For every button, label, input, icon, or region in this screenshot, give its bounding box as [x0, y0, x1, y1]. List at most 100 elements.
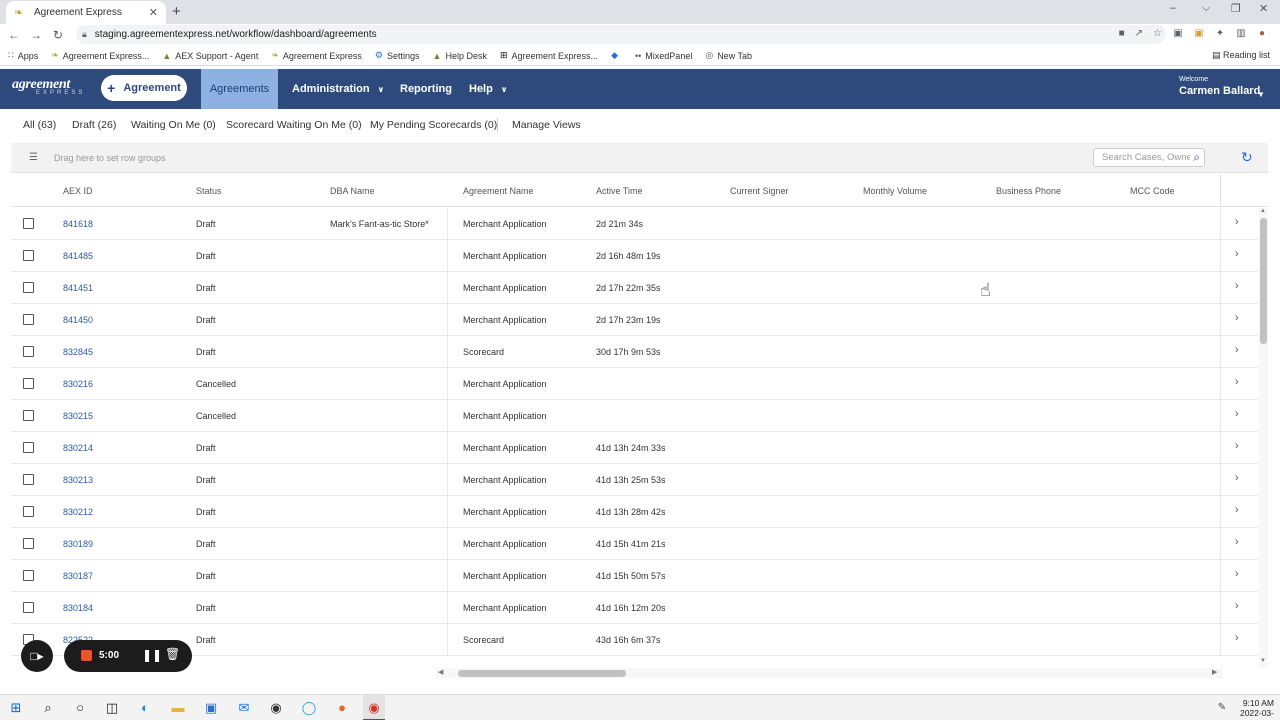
chevron-right-icon[interactable]: ›: [1235, 472, 1239, 484]
column-header-business-phone[interactable]: Business Phone: [996, 186, 1061, 196]
search-input[interactable]: [1102, 152, 1190, 163]
search-icon[interactable]: ⌕: [40, 700, 56, 716]
forward-icon[interactable]: →: [25, 28, 47, 42]
table-row[interactable]: 841450 Draft Merchant Application 2d 17h 23…: [11, 304, 1258, 336]
table-row[interactable]: 830212 Draft Merchant Application 41d 13h 2…: [11, 496, 1258, 528]
extension-icon[interactable]: ▣: [1193, 28, 1205, 40]
refresh-icon[interactable]: ↻: [1241, 149, 1253, 166]
search-icon[interactable]: ⌕: [1193, 150, 1200, 165]
chevron-right-icon[interactable]: ›: [1235, 280, 1239, 292]
file-explorer-icon[interactable]: ▬: [170, 700, 186, 716]
trash-icon[interactable]: 🗑︎: [165, 647, 180, 661]
view-waiting-on-me[interactable]: Waiting On Me (0): [131, 119, 216, 131]
row-checkbox[interactable]: [23, 282, 34, 293]
table-row[interactable]: 830215 Cancelled Merchant Application ›: [11, 400, 1258, 432]
table-row[interactable]: 830184 Draft Merchant Application 41d 16h 1…: [11, 592, 1258, 624]
row-checkbox[interactable]: [23, 410, 34, 421]
avatar[interactable]: ●: [1256, 28, 1268, 40]
firefox-icon[interactable]: ●: [334, 700, 350, 716]
scroll-up-icon[interactable]: ▲: [1260, 208, 1266, 214]
horizontal-scroll-thumb[interactable]: [458, 670, 626, 677]
bookmark-item[interactable]: ▲ Help Desk: [433, 51, 487, 61]
bookmark-item[interactable]: ⚙ Settings: [375, 50, 420, 61]
chrome-icon[interactable]: ◉: [366, 700, 382, 716]
row-checkbox[interactable]: [23, 474, 34, 485]
table-row[interactable]: 822522DraftScorecard43d 16h 6m 37s›: [11, 624, 1258, 656]
row-checkbox[interactable]: [23, 218, 34, 229]
column-header-current-signer[interactable]: Current Signer: [730, 186, 789, 196]
chevron-right-icon[interactable]: ›: [1235, 312, 1239, 324]
table-row[interactable]: 841485 Draft Merchant Application 2d 16h 48…: [11, 240, 1258, 272]
edge-icon[interactable]: ◐: [137, 700, 153, 716]
cell-aex-id[interactable]: 830214: [63, 443, 93, 453]
table-row[interactable]: 830189 Draft Merchant Application 41d 15h 4…: [11, 528, 1258, 560]
bookmark-item[interactable]: ❧ Agreement Express: [271, 50, 362, 61]
cell-aex-id[interactable]: 832845: [63, 347, 93, 357]
windows-start-icon[interactable]: ⊞: [8, 700, 24, 716]
chevron-right-icon[interactable]: ›: [1235, 632, 1239, 644]
vertical-scroll-thumb[interactable]: [1260, 218, 1267, 344]
table-row[interactable]: 830213 Draft Merchant Application 41d 13h 2…: [11, 464, 1258, 496]
vertical-scrollbar[interactable]: ▲ ▼: [1259, 208, 1268, 668]
column-header-agreement-name[interactable]: Agreement Name: [463, 186, 534, 196]
view-all[interactable]: All (63): [23, 119, 56, 131]
search-box[interactable]: ⌕: [1093, 148, 1205, 167]
row-checkbox[interactable]: [23, 250, 34, 261]
address-bar[interactable]: 🔒︎ staging.agreementexpress.net/workflow…: [76, 25, 1166, 44]
table-row[interactable]: 830214 Draft Merchant Application 41d 13h 2…: [11, 432, 1258, 464]
recorder-camera-button[interactable]: □▸: [21, 640, 53, 672]
task-view-icon[interactable]: ◫: [104, 700, 120, 716]
column-header-dba-name[interactable]: DBA Name: [330, 186, 375, 196]
row-checkbox[interactable]: [23, 506, 34, 517]
chevron-right-icon[interactable]: ›: [1235, 536, 1239, 548]
chevron-right-icon[interactable]: ›: [1235, 440, 1239, 452]
column-header-mcc-code[interactable]: MCC Code: [1130, 186, 1175, 196]
nav-reporting[interactable]: Reporting: [400, 69, 452, 109]
new-tab-icon[interactable]: +: [172, 3, 181, 20]
back-icon[interactable]: ←: [3, 28, 25, 42]
row-checkbox[interactable]: [23, 602, 34, 613]
cell-aex-id[interactable]: 830189: [63, 539, 93, 549]
restore-window-icon[interactable]: ❐: [1231, 2, 1241, 15]
pen-icon[interactable]: ✎: [1214, 700, 1230, 716]
bookmark-item[interactable]: ⊞ Agreement Express...: [500, 50, 598, 61]
cell-aex-id[interactable]: 830213: [63, 475, 93, 485]
view-scorecard-waiting[interactable]: Scorecard Waiting On Me (0): [226, 119, 362, 131]
row-checkbox[interactable]: [23, 538, 34, 549]
browser-tab[interactable]: ❧ Agreement Express ✕: [6, 1, 166, 24]
row-checkbox[interactable]: [23, 314, 34, 325]
pause-icon[interactable]: ❚❚: [142, 648, 162, 662]
manage-views-link[interactable]: Manage Views: [512, 119, 581, 131]
share-icon[interactable]: ↗: [1135, 28, 1143, 39]
cell-aex-id[interactable]: 841450: [63, 315, 93, 325]
bookmark-item[interactable]: ◆: [611, 50, 622, 61]
row-checkbox[interactable]: [23, 442, 34, 453]
chevron-right-icon[interactable]: ›: [1235, 376, 1239, 388]
nav-administration[interactable]: Administration ∨: [292, 69, 384, 109]
cell-aex-id[interactable]: 830184: [63, 603, 93, 613]
puzzle-icon[interactable]: ✦: [1214, 28, 1226, 40]
chevron-right-icon[interactable]: ›: [1235, 216, 1239, 228]
add-agreement-button[interactable]: + Agreement: [101, 75, 187, 101]
reload-icon[interactable]: ↻: [47, 28, 69, 42]
logo[interactable]: agreement EXPRESS: [12, 77, 92, 103]
user-menu[interactable]: Welcome Carmen Ballard ▼: [1179, 76, 1265, 99]
scroll-left-icon[interactable]: ◀: [438, 668, 443, 676]
system-clock[interactable]: 9:10 AM 2022-03-11: [1234, 698, 1274, 720]
chevron-right-icon[interactable]: ›: [1235, 600, 1239, 612]
cell-aex-id[interactable]: 830212: [63, 507, 93, 517]
column-header-active-time[interactable]: Active Time: [596, 186, 643, 196]
table-row[interactable]: 830216 Cancelled Merchant Application ›: [11, 368, 1258, 400]
row-group-drop-zone[interactable]: Drag here to set row groups: [54, 153, 166, 163]
table-row[interactable]: 832845 Draft Scorecard 30d 17h 9m 53s ›: [11, 336, 1258, 368]
chevron-right-icon[interactable]: ›: [1235, 408, 1239, 420]
view-draft[interactable]: Draft (26): [72, 119, 116, 131]
nav-help[interactable]: Help ∨: [469, 69, 507, 109]
column-header-monthly-volume[interactable]: Monthly Volume: [863, 186, 927, 196]
close-window-icon[interactable]: ✕: [1259, 2, 1268, 15]
row-checkbox[interactable]: [23, 346, 34, 357]
scroll-down-icon[interactable]: ▼: [1260, 658, 1266, 664]
extension-icon[interactable]: ▣: [1172, 28, 1184, 40]
chevron-right-icon[interactable]: ›: [1235, 504, 1239, 516]
cortana-icon[interactable]: ○: [72, 700, 88, 716]
